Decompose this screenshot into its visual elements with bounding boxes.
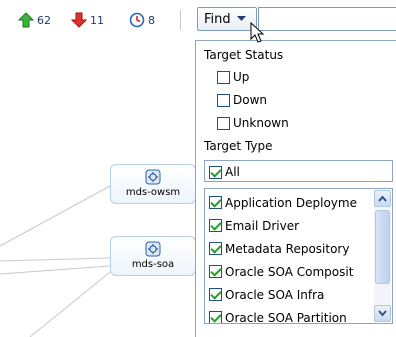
node-label: mds-owsm bbox=[125, 187, 181, 198]
status-option-down[interactable]: Down bbox=[217, 91, 267, 109]
status-down-count[interactable]: 11 bbox=[71, 12, 104, 28]
type-option-email-driver[interactable]: Email Driver bbox=[209, 214, 369, 237]
type-option-oracle-soa-composite[interactable]: Oracle SOA Composit bbox=[209, 260, 369, 283]
all-checkbox[interactable] bbox=[209, 165, 222, 179]
all-types-box: All bbox=[204, 160, 393, 182]
toolbar: 62 11 8 Find bbox=[0, 0, 396, 40]
type-label: Oracle SOA Composit bbox=[225, 264, 354, 279]
red-down-arrow-icon bbox=[71, 12, 87, 28]
status-option-up[interactable]: Up bbox=[217, 68, 249, 86]
type-checkbox[interactable] bbox=[209, 219, 222, 232]
node-mds-owsm[interactable]: mds-owsm bbox=[110, 164, 196, 204]
chevron-down-icon bbox=[378, 310, 387, 317]
type-checkbox[interactable] bbox=[209, 265, 222, 278]
status-option-label: Down bbox=[233, 93, 268, 107]
type-option-metadata-repository[interactable]: Metadata Repository bbox=[209, 237, 369, 260]
find-dropdown-panel: Target Status Up Down Unknown Target Typ… bbox=[195, 40, 396, 337]
type-checkbox[interactable] bbox=[209, 196, 222, 209]
target-type-list: Application Deployme Email Driver Metada… bbox=[204, 188, 393, 324]
status-unknown-count[interactable]: 8 bbox=[129, 12, 155, 28]
target-type-title: Target Type bbox=[204, 139, 273, 153]
mouse-pointer-icon bbox=[250, 22, 265, 43]
green-up-arrow-icon bbox=[18, 12, 34, 28]
find-button[interactable]: Find bbox=[197, 7, 257, 31]
down-count-label: 11 bbox=[90, 13, 104, 27]
status-down-checkbox[interactable] bbox=[217, 93, 230, 107]
status-option-label: Unknown bbox=[233, 116, 289, 130]
type-checkbox[interactable] bbox=[209, 242, 222, 255]
type-label: Application Deployme bbox=[225, 195, 357, 210]
topology-diagram: mds-owsm mds-soa bbox=[0, 40, 196, 337]
type-label: Oracle SOA Infra bbox=[225, 287, 325, 302]
type-label: Oracle SOA Partition bbox=[225, 310, 347, 324]
find-button-label: Find bbox=[204, 11, 231, 27]
target-status-title: Target Status bbox=[204, 48, 284, 62]
type-label: Email Driver bbox=[225, 218, 300, 233]
node-mds-soa[interactable]: mds-soa bbox=[110, 236, 196, 276]
scroll-thumb[interactable] bbox=[375, 210, 390, 284]
find-input[interactable] bbox=[258, 7, 396, 31]
toolbar-separator bbox=[180, 10, 181, 30]
node-label: mds-soa bbox=[131, 259, 175, 270]
all-label: All bbox=[225, 165, 240, 179]
scroll-down-button[interactable] bbox=[374, 305, 391, 322]
status-unknown-checkbox[interactable] bbox=[217, 116, 230, 130]
type-option-all[interactable]: All bbox=[209, 163, 240, 181]
status-up-checkbox[interactable] bbox=[217, 70, 230, 84]
status-up-count[interactable]: 62 bbox=[18, 12, 51, 28]
type-option-application-deployment[interactable]: Application Deployme bbox=[209, 191, 369, 214]
chevron-up-icon bbox=[378, 195, 387, 202]
type-option-oracle-soa-infra[interactable]: Oracle SOA Infra bbox=[209, 283, 369, 306]
status-option-label: Up bbox=[233, 70, 250, 84]
scroll-up-button[interactable] bbox=[374, 190, 391, 207]
type-label: Metadata Repository bbox=[225, 241, 350, 256]
target-icon bbox=[145, 241, 161, 257]
clock-icon bbox=[129, 12, 145, 28]
type-checkbox[interactable] bbox=[209, 311, 222, 323]
chevron-down-icon bbox=[236, 16, 246, 21]
up-count-label: 62 bbox=[37, 13, 51, 27]
type-checkbox[interactable] bbox=[209, 288, 222, 301]
list-scrollbar[interactable] bbox=[374, 190, 391, 322]
unknown-count-label: 8 bbox=[148, 13, 155, 27]
target-icon bbox=[145, 169, 161, 185]
status-option-unknown[interactable]: Unknown bbox=[217, 114, 289, 132]
type-option-oracle-soa-partition[interactable]: Oracle SOA Partition bbox=[209, 306, 369, 324]
